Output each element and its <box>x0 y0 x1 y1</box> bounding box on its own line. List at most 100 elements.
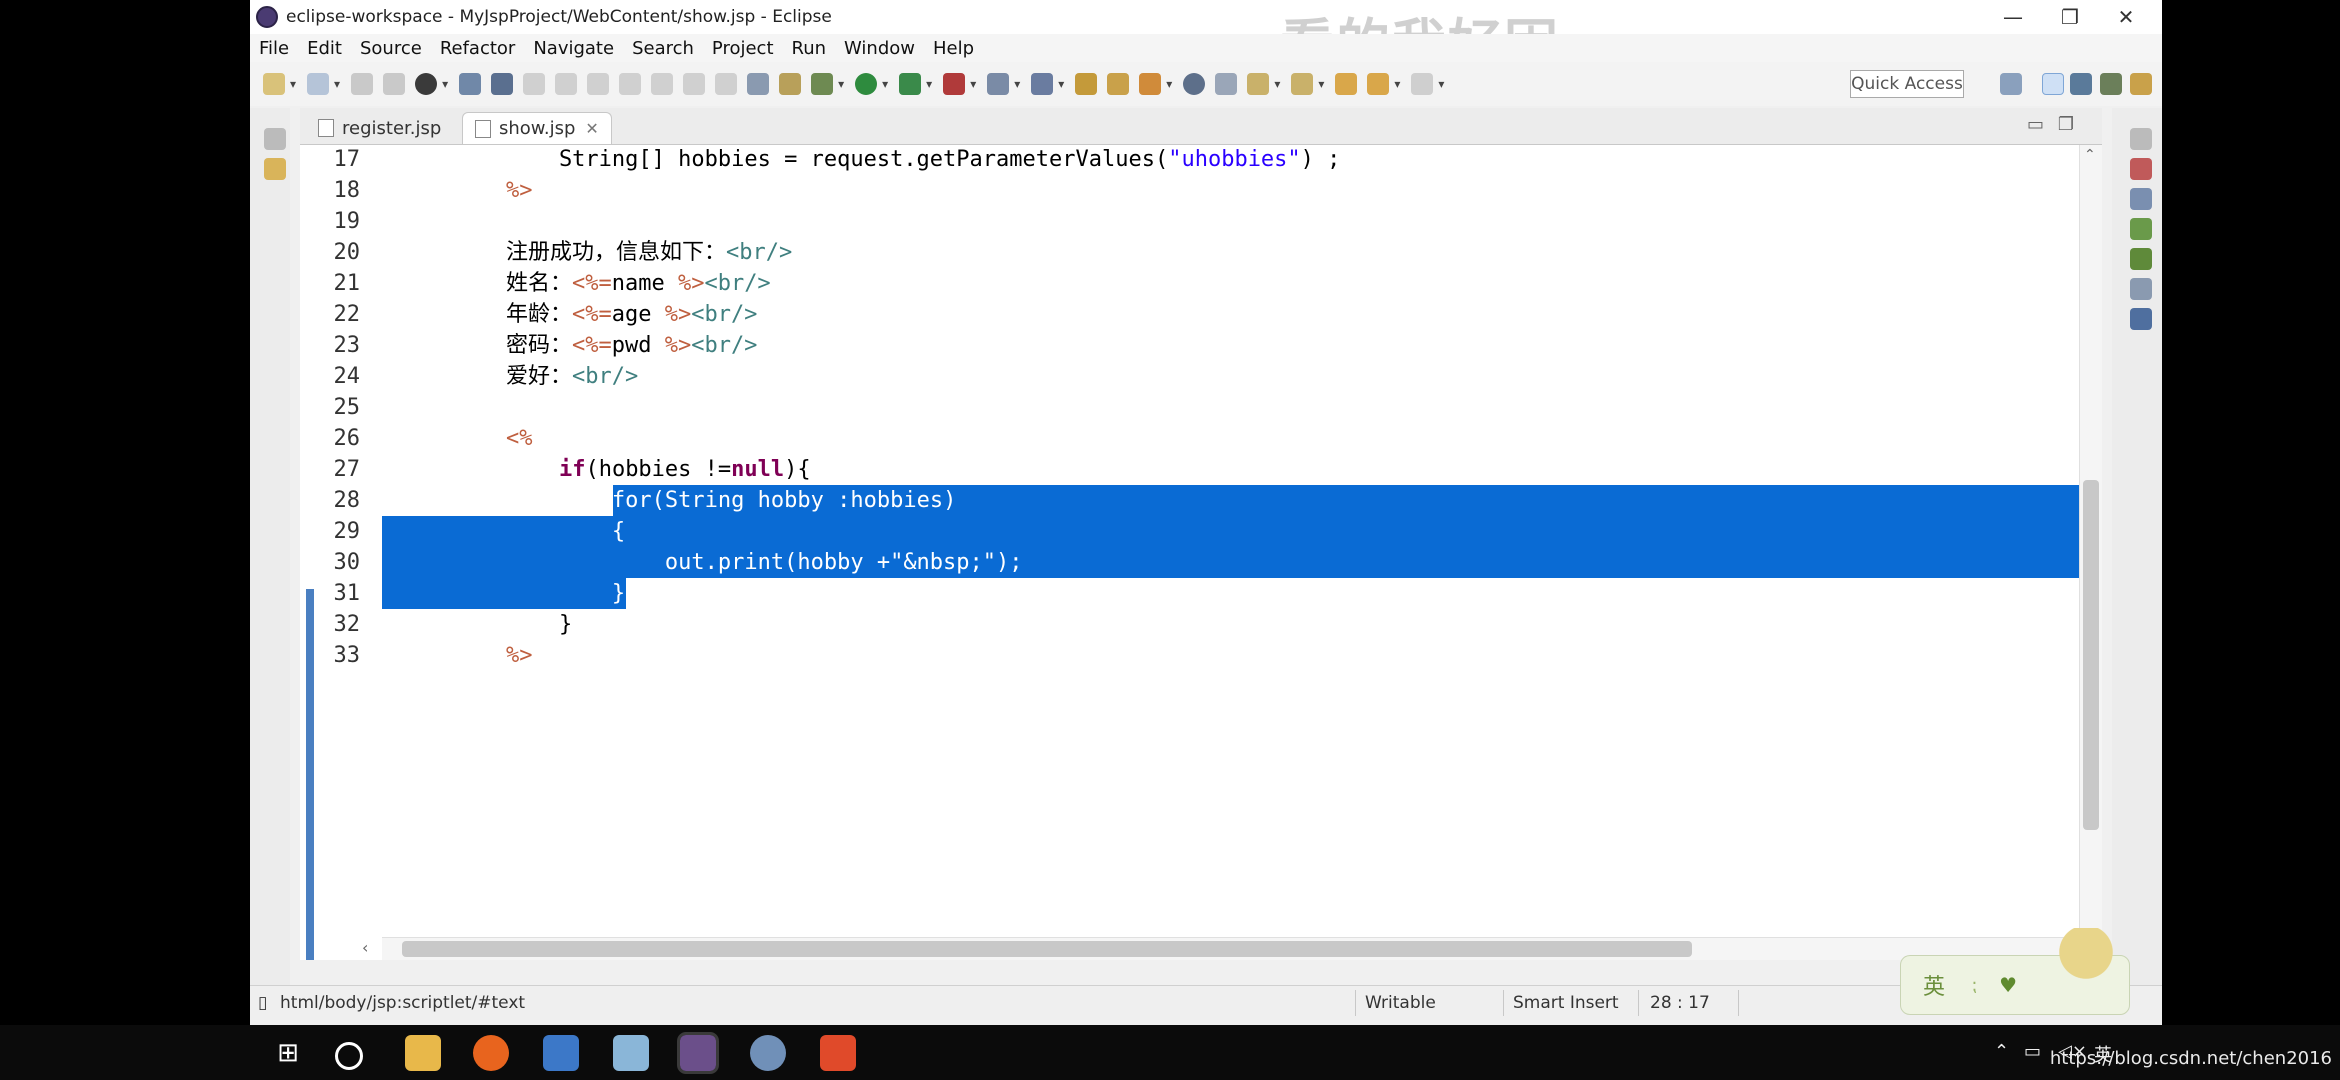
tab-register-jsp[interactable]: register.jsp <box>306 112 453 144</box>
markers-icon[interactable] <box>2130 248 2152 270</box>
chevron-down-icon[interactable]: ▾ <box>1274 77 1280 91</box>
open-type-icon[interactable] <box>1075 73 1098 95</box>
task-list-icon[interactable] <box>2130 188 2152 210</box>
open-perspective-icon[interactable] <box>2000 73 2022 95</box>
restore-icon[interactable] <box>2130 128 2152 150</box>
servers-icon[interactable] <box>2130 218 2152 240</box>
firefox-icon[interactable] <box>473 1035 509 1071</box>
debug-perspective-icon[interactable] <box>2100 73 2122 95</box>
annotation-prev-icon[interactable] <box>1291 73 1314 95</box>
external-tools-icon[interactable] <box>779 73 802 95</box>
menu-refactor[interactable]: Refactor <box>440 38 516 59</box>
code-editor[interactable]: 1617 String[] hobbies = request.getParam… <box>300 145 2102 960</box>
last-edit-icon[interactable] <box>1335 73 1358 95</box>
step-into-icon[interactable] <box>651 73 674 95</box>
project-explorer-icon[interactable] <box>264 158 286 180</box>
chevron-down-icon[interactable]: ▾ <box>1394 77 1400 91</box>
chevron-down-icon[interactable]: ▾ <box>1058 77 1064 91</box>
java-perspective-icon[interactable] <box>2070 73 2092 95</box>
code-line[interactable]: 19 <box>300 206 2102 237</box>
code-line[interactable]: 26 <% <box>300 423 2102 454</box>
menu-help[interactable]: Help <box>933 38 974 59</box>
annotation-next-icon[interactable] <box>1247 73 1270 95</box>
code-line[interactable]: 23 密码：<%=pwd %><br/> <box>300 330 2102 361</box>
horizontal-scroll-thumb[interactable] <box>402 941 1692 957</box>
terminate-icon[interactable] <box>587 73 610 95</box>
code-line[interactable]: 22 年龄：<%=age %><br/> <box>300 299 2102 330</box>
save-icon[interactable] <box>351 73 374 95</box>
code-line[interactable]: 24 爱好：<br/> <box>300 361 2102 392</box>
code-line[interactable]: 17 String[] hobbies = request.getParamet… <box>300 145 2102 175</box>
console-view-icon[interactable] <box>2130 308 2152 330</box>
debug-icon[interactable] <box>415 73 438 95</box>
tab-show-jsp[interactable]: show.jsp ✕ <box>462 112 612 144</box>
quick-access-input[interactable]: Quick Access <box>1850 70 1964 98</box>
horizontal-scrollbar[interactable]: ‹ <box>362 937 2080 960</box>
disconnect-icon[interactable] <box>619 73 642 95</box>
java-ee-perspective-icon[interactable] <box>2042 73 2064 95</box>
code-line[interactable]: 30 out.print(hobby +"&nbsp;"); <box>300 547 2102 578</box>
code-line[interactable]: 27 if(hobbies !=null){ <box>300 454 2102 485</box>
close-button[interactable]: ✕ <box>2098 0 2154 34</box>
resume-icon[interactable] <box>523 73 546 95</box>
run-icon[interactable] <box>855 73 878 95</box>
external-run-icon[interactable] <box>943 73 966 95</box>
new-class-icon[interactable] <box>1031 73 1054 95</box>
menu-project[interactable]: Project <box>712 38 774 59</box>
chevron-down-icon[interactable]: ▾ <box>442 77 448 91</box>
code-line[interactable]: 29 { <box>300 516 2102 547</box>
skip-breakpoints-icon[interactable] <box>491 73 514 95</box>
step-over-icon[interactable] <box>683 73 706 95</box>
outline-icon[interactable] <box>2130 158 2152 180</box>
step-return-icon[interactable] <box>715 73 738 95</box>
forward-icon[interactable] <box>1411 73 1434 95</box>
ime-floating-widget[interactable]: 英 ⁏ ♥ <box>1900 928 2130 1015</box>
chevron-down-icon[interactable]: ▾ <box>290 77 296 91</box>
chevron-down-icon[interactable]: ▾ <box>926 77 932 91</box>
computer-icon[interactable] <box>543 1035 579 1071</box>
chevron-down-icon[interactable]: ▾ <box>882 77 888 91</box>
menu-file[interactable]: File <box>259 38 289 59</box>
new-icon[interactable] <box>263 73 285 95</box>
menu-source[interactable]: Source <box>360 38 422 59</box>
chevron-down-icon[interactable]: ▾ <box>334 77 340 91</box>
app-taskbar-icon[interactable] <box>750 1035 786 1071</box>
network-icon[interactable]: ▭ <box>2024 1041 2041 1062</box>
close-tab-icon[interactable]: ✕ <box>585 119 598 138</box>
menu-navigate[interactable]: Navigate <box>533 38 614 59</box>
search-icon[interactable] <box>1139 73 1162 95</box>
coverage-icon[interactable] <box>899 73 922 95</box>
maximize-button[interactable]: ❐ <box>2042 0 2098 34</box>
csdn-icon[interactable] <box>820 1035 856 1071</box>
code-line[interactable]: 31 } <box>300 578 2102 609</box>
menu-edit[interactable]: Edit <box>307 38 342 59</box>
code-line[interactable]: 32 } <box>300 609 2102 640</box>
restore-icon[interactable] <box>264 128 286 150</box>
menu-window[interactable]: Window <box>844 38 915 59</box>
windows-start-icon[interactable]: ⊞ <box>270 1035 306 1071</box>
chevron-down-icon[interactable]: ▾ <box>1438 77 1444 91</box>
code-line[interactable]: 28 for(String hobby :hobbies) <box>300 485 2102 516</box>
maximize-editor-icon[interactable]: ❐ <box>2058 114 2074 135</box>
new-server-icon[interactable] <box>987 73 1010 95</box>
menu-run[interactable]: Run <box>792 38 827 59</box>
scroll-up-icon[interactable]: ⌃ <box>2084 147 2096 163</box>
code-line[interactable]: 21 姓名：<%=name %><br/> <box>300 268 2102 299</box>
open-icon[interactable] <box>307 73 330 95</box>
code-line[interactable]: 20 注册成功，信息如下：<br/> <box>300 237 2102 268</box>
use-step-filters-icon[interactable] <box>747 73 770 95</box>
file-explorer-icon[interactable] <box>405 1035 441 1071</box>
tray-chevron-up-icon[interactable]: ⌃ <box>1994 1041 2009 1062</box>
chevron-down-icon[interactable]: ▾ <box>1014 77 1020 91</box>
svn-perspective-icon[interactable] <box>2130 73 2152 95</box>
minimize-button[interactable]: — <box>1985 0 2041 34</box>
minimize-editor-icon[interactable]: ▭ <box>2027 114 2044 135</box>
console-icon[interactable] <box>459 73 482 95</box>
toggle-mark-icon[interactable] <box>1215 73 1238 95</box>
code-line[interactable]: 33 %> <box>300 640 2102 671</box>
search-circle-icon[interactable] <box>335 1042 363 1070</box>
open-task-icon[interactable] <box>1107 73 1130 95</box>
vertical-scrollbar[interactable]: ⌃ <box>2079 145 2102 960</box>
vertical-scroll-thumb[interactable] <box>2083 480 2099 830</box>
chevron-down-icon[interactable]: ▾ <box>1166 77 1172 91</box>
